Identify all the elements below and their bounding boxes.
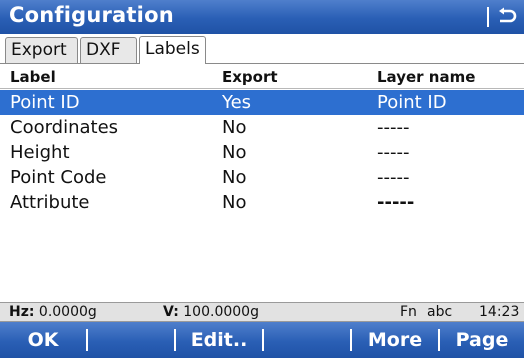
v-readout: V: 100.0000g (163, 304, 259, 320)
tab-dxf[interactable]: DXF (80, 37, 137, 63)
fn-indicator: Fn (400, 304, 417, 320)
row-label: Coordinates (10, 117, 119, 138)
row-layer-name: Point ID (377, 92, 447, 113)
hz-readout: Hz: 0.0000g (9, 304, 97, 320)
edit-button[interactable]: Edit.. (176, 322, 262, 358)
row-layer-name: ----- (377, 142, 410, 163)
row-label: Point ID (10, 92, 80, 113)
table-row[interactable]: Coordinates No ----- (0, 115, 524, 140)
row-label: Point Code (10, 167, 107, 188)
softkey-bar: OK Edit.. More Page (0, 322, 524, 358)
softkey-f4[interactable] (264, 322, 350, 358)
column-header-label: Label (10, 68, 56, 86)
row-export: No (222, 142, 247, 163)
row-export: No (222, 167, 247, 188)
column-header-layer-name: Layer name (377, 68, 476, 86)
column-header-export: Export (222, 68, 278, 86)
status-bar: Hz: 0.0000g V: 100.0000g Fn abc 14:23 (0, 302, 524, 322)
back-icon[interactable] (496, 6, 518, 28)
row-layer-name: ----- (377, 192, 415, 213)
title-bar: Configuration (0, 0, 524, 34)
table-row[interactable]: Point ID Yes Point ID (0, 90, 524, 115)
more-button[interactable]: More (352, 322, 438, 358)
title-divider (487, 7, 489, 27)
table-row[interactable]: Attribute No ----- (0, 190, 524, 215)
page-title: Configuration (9, 3, 174, 27)
table-row[interactable]: Height No ----- (0, 140, 524, 165)
hz-label: Hz: (9, 304, 35, 320)
row-layer-name: ----- (377, 117, 410, 138)
page-button[interactable]: Page (440, 322, 524, 358)
row-export: No (222, 117, 247, 138)
v-value: 100.0000g (183, 304, 259, 320)
tab-labels[interactable]: Labels (139, 36, 206, 64)
table-row[interactable]: Point Code No ----- (0, 165, 524, 190)
v-label: V: (163, 304, 179, 320)
tab-export[interactable]: Export (5, 37, 78, 63)
tab-bar: Export DXF Labels (0, 34, 524, 64)
row-export: Yes (222, 92, 252, 113)
softkey-f2[interactable] (88, 322, 174, 358)
row-label: Height (10, 142, 70, 163)
ok-button[interactable]: OK (0, 322, 86, 358)
input-mode-indicator: abc (427, 304, 453, 320)
hz-value: 0.0000g (38, 304, 97, 320)
clock: 14:23 (479, 304, 520, 320)
row-label: Attribute (10, 192, 90, 213)
row-layer-name: ----- (377, 167, 410, 188)
label-table: Point ID Yes Point ID Coordinates No ---… (0, 90, 524, 215)
table-header: Label Export Layer name (0, 65, 524, 89)
row-export: No (222, 192, 247, 213)
